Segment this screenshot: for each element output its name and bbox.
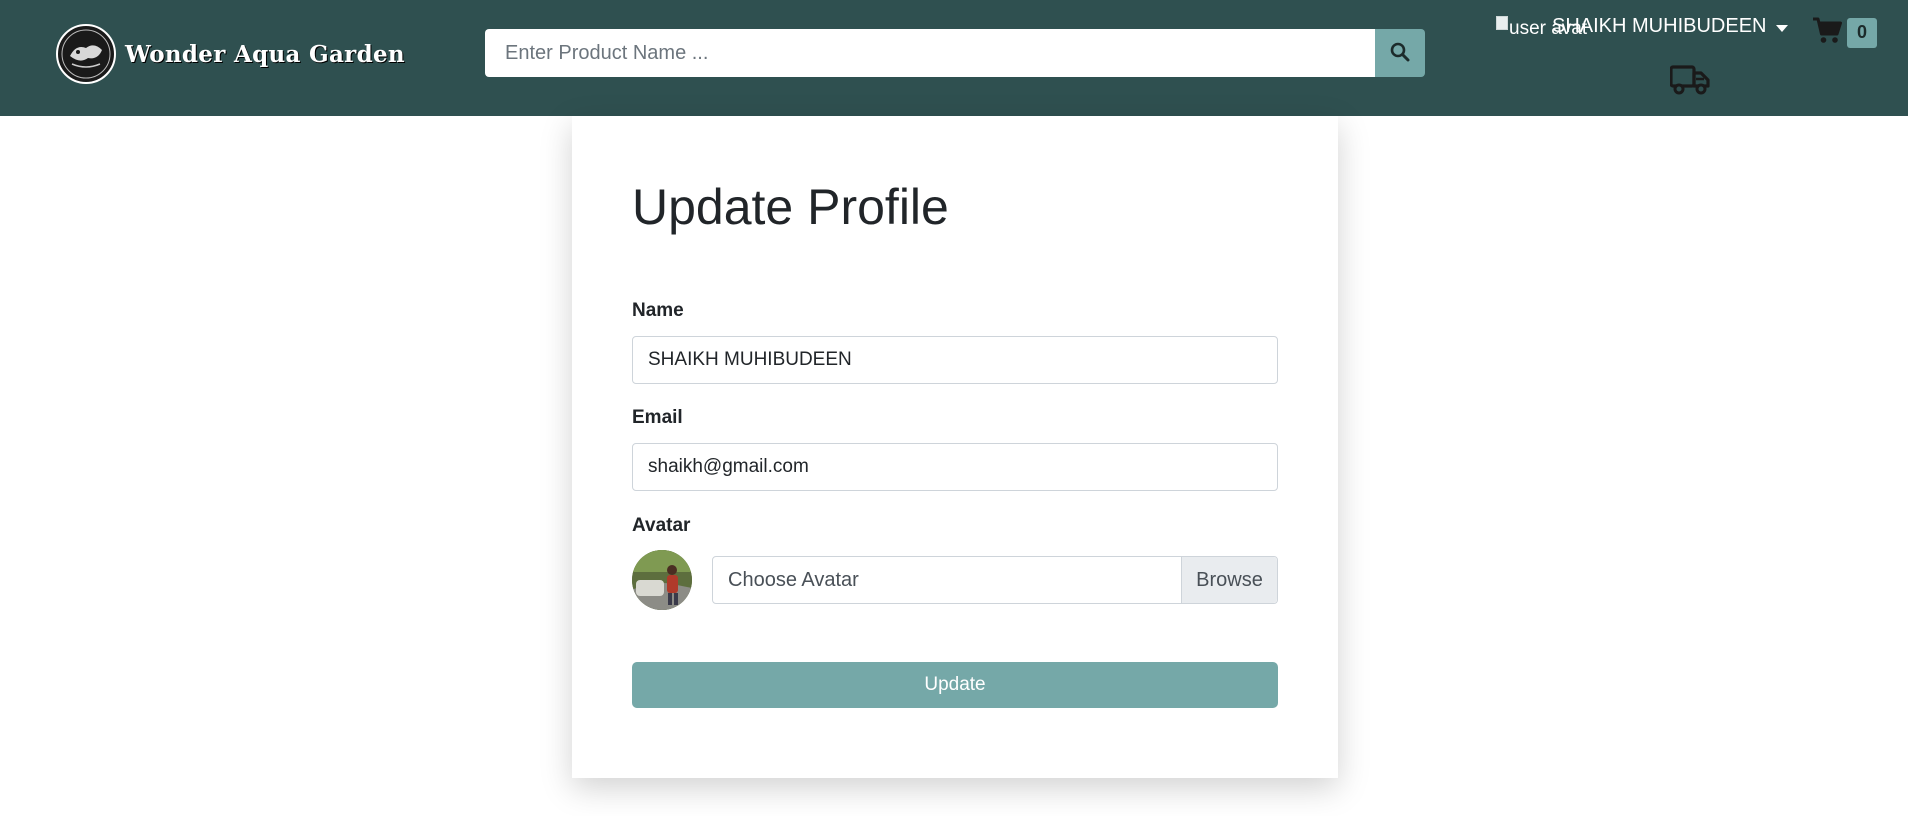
avatar-file-label: Choose Avatar — [728, 569, 859, 591]
name-field[interactable] — [632, 336, 1278, 384]
search-button[interactable] — [1375, 29, 1425, 77]
cart-link[interactable]: 0 — [1812, 16, 1877, 49]
browse-button[interactable]: Browse — [1181, 557, 1277, 603]
orders-link[interactable] — [1669, 64, 1710, 101]
name-label: Name — [632, 300, 684, 321]
brand-logo — [56, 24, 116, 84]
user-dropdown-toggle[interactable]: user avat SHAIKH MUHIBUDEEN — [1496, 14, 1788, 44]
search-icon — [1390, 42, 1410, 65]
avatar-label: Avatar — [632, 515, 691, 536]
user-name: SHAIKH MUHIBUDEEN — [1552, 15, 1767, 37]
avatar-preview — [632, 550, 692, 610]
update-profile-card: Update Profile Name Email Avatar Choose … — [572, 116, 1338, 778]
caret-down-icon — [1776, 25, 1788, 32]
avatar-row: Choose Avatar Browse — [632, 550, 1278, 610]
update-button[interactable]: Update — [632, 662, 1278, 708]
broken-image-icon — [1496, 16, 1508, 30]
page-title: Update Profile — [632, 179, 949, 235]
search-bar — [485, 29, 1425, 77]
truck-icon — [1669, 65, 1710, 100]
email-label: Email — [632, 407, 683, 428]
avatar-file-input[interactable]: Choose Avatar Browse — [712, 556, 1278, 604]
search-input[interactable] — [485, 29, 1375, 77]
brand-name: Wonder Aqua Garden — [125, 40, 405, 68]
email-field[interactable] — [632, 443, 1278, 491]
navbar: Wonder Aqua Garden user avat SHAIKH MUHI… — [0, 0, 1908, 116]
brand-link[interactable]: Wonder Aqua Garden — [56, 24, 405, 84]
shopping-cart-icon — [1812, 16, 1842, 49]
cart-count-badge: 0 — [1847, 17, 1877, 48]
